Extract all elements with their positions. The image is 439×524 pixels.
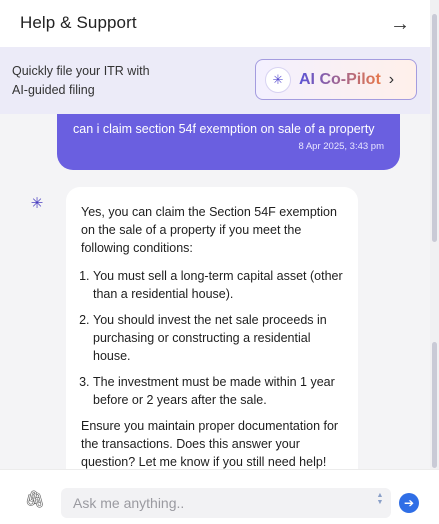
- conditions-list: You must sell a long-term capital asset …: [81, 267, 344, 409]
- header: Help & Support →: [0, 0, 439, 47]
- close-arrow-icon[interactable]: →: [388, 13, 412, 35]
- user-message-text: can i claim section 54f exemption on sal…: [73, 122, 375, 136]
- bot-sparkle-icon: ✳: [30, 195, 44, 212]
- banner-text-line2: AI-guided filing: [12, 83, 95, 97]
- message-timestamp: 8 Apr 2025, 3:43 pm: [298, 141, 384, 152]
- list-item: You should invest the net sale proceeds …: [93, 311, 344, 365]
- list-item: You must sell a long-term capital asset …: [93, 267, 344, 303]
- bot-message-intro: Yes, you can claim the Section 54F exemp…: [81, 205, 337, 255]
- scrollbar[interactable]: [430, 0, 439, 469]
- user-message-bubble: can i claim section 54f exemption on sal…: [57, 114, 400, 170]
- sparkle-icon: ✳: [265, 66, 291, 93]
- chat-area[interactable]: can i claim section 54f exemption on sal…: [0, 114, 430, 469]
- composer: 🖇 ▲▼ ➔: [0, 469, 439, 524]
- list-item: The investment must be made within 1 yea…: [93, 373, 344, 409]
- message-input-wrapper: ▲▼: [61, 488, 391, 518]
- ai-copilot-label: AI Co-Pilot: [299, 70, 381, 88]
- ai-copilot-button[interactable]: ✳ AI Co-Pilot ›: [255, 59, 417, 100]
- resize-arrows-icon[interactable]: ▲ ▼: [375, 492, 385, 506]
- chevron-right-icon: ›: [388, 70, 395, 88]
- banner-text-line1: Quickly file your ITR with: [12, 64, 150, 78]
- scrollbar-thumb-top[interactable]: [432, 14, 437, 242]
- scrollbar-thumb[interactable]: [432, 342, 437, 468]
- bot-message-bubble: Yes, you can claim the Section 54F exemp…: [66, 187, 358, 469]
- page-title: Help & Support: [20, 13, 137, 32]
- paperclip-icon[interactable]: 🖇: [24, 490, 46, 509]
- message-input[interactable]: [61, 488, 371, 518]
- send-button[interactable]: ➔: [399, 493, 419, 513]
- bot-message-outro: Ensure you maintain proper documentation…: [81, 419, 339, 469]
